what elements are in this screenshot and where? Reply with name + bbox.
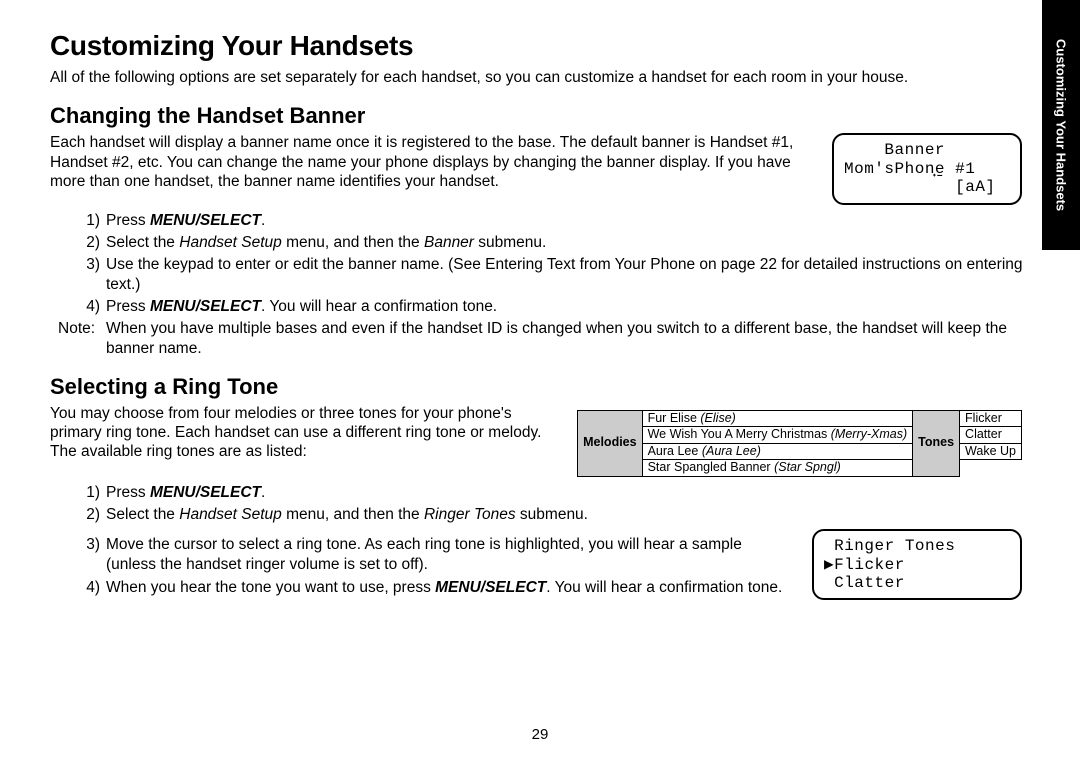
ringtone-steps-top: 1)Press MENU/SELECT.2)Select the Handset…	[50, 483, 1030, 525]
step-item: 2)Select the Handset Setup menu, and the…	[50, 233, 1030, 253]
step-body: Select the Handset Setup menu, and then …	[106, 505, 1030, 525]
page-title: Customizing Your Handsets	[50, 30, 1030, 62]
step-body: When you hear the tone you want to use, …	[106, 578, 792, 598]
tone-cell: Clatter	[960, 427, 1022, 444]
step-body: Move the cursor to select a ring tone. A…	[106, 535, 792, 575]
step-item: 4)When you hear the tone you want to use…	[50, 578, 792, 598]
note-label: Note:	[50, 319, 106, 359]
step-item: 2)Select the Handset Setup menu, and the…	[50, 505, 1030, 525]
banner-note: Note: When you have multiple bases and e…	[50, 319, 1030, 359]
side-tab-text: Customizing Your Handsets	[1054, 39, 1069, 211]
step-number: 1)	[50, 211, 106, 231]
melodies-header: Melodies	[578, 410, 643, 477]
step-number: 2)	[50, 233, 106, 253]
step-item: 4)Press MENU/SELECT. You will hear a con…	[50, 297, 1030, 317]
step-number: 4)	[50, 297, 106, 317]
melody-cell: Aura Lee (Aura Lee)	[642, 443, 913, 460]
step-number: 3)	[50, 535, 106, 575]
step-item: 3)Use the keypad to enter or edit the ba…	[50, 255, 1030, 295]
intro-paragraph: All of the following options are set sep…	[50, 68, 1010, 87]
lcd-banner-display: Banner Mom'sPhon̟e̠ #1 [aA]	[832, 133, 1022, 204]
tone-cell-empty	[960, 460, 1022, 477]
melody-cell: Fur Elise (Elise)	[642, 410, 913, 427]
step-body: Press MENU/SELECT.	[106, 483, 1030, 503]
melody-cell: We Wish You A Merry Christmas (Merry-Xma…	[642, 427, 913, 444]
banner-steps-list: 1)Press MENU/SELECT.2)Select the Handset…	[50, 211, 1030, 318]
page-number: 29	[0, 726, 1080, 743]
lcd-ringer-display: Ringer Tones ▶Flicker Clatter	[812, 529, 1022, 600]
note-body: When you have multiple bases and even if…	[106, 319, 1030, 359]
tones-header: Tones	[913, 410, 960, 477]
step-item: 1)Press MENU/SELECT.	[50, 211, 1030, 231]
step-body: Select the Handset Setup menu, and then …	[106, 233, 1030, 253]
ringtone-table: Melodies Fur Elise (Elise) Tones Flicker…	[577, 410, 1022, 478]
step-item: 1)Press MENU/SELECT.	[50, 483, 1030, 503]
heading-changing-banner: Changing the Handset Banner	[50, 103, 1030, 129]
step-body: Press MENU/SELECT.	[106, 211, 1030, 231]
melody-cell: Star Spangled Banner (Star Spngl)	[642, 460, 913, 477]
heading-selecting-ring-tone: Selecting a Ring Tone	[50, 374, 1030, 400]
step-number: 2)	[50, 505, 106, 525]
step-number: 4)	[50, 578, 106, 598]
banner-paragraph: Each handset will display a banner name …	[50, 133, 812, 191]
step-number: 1)	[50, 483, 106, 503]
ringtone-paragraph: You may choose from four melodies or thr…	[50, 404, 559, 462]
side-tab: Customizing Your Handsets	[1042, 0, 1080, 250]
step-body: Use the keypad to enter or edit the bann…	[106, 255, 1030, 295]
step-body: Press MENU/SELECT. You will hear a confi…	[106, 297, 1030, 317]
ringtone-steps-bottom: 3)Move the cursor to select a ring tone.…	[50, 535, 792, 597]
tone-cell: Flicker	[960, 410, 1022, 427]
step-item: 3)Move the cursor to select a ring tone.…	[50, 535, 792, 575]
step-number: 3)	[50, 255, 106, 295]
tone-cell: Wake Up	[960, 443, 1022, 460]
